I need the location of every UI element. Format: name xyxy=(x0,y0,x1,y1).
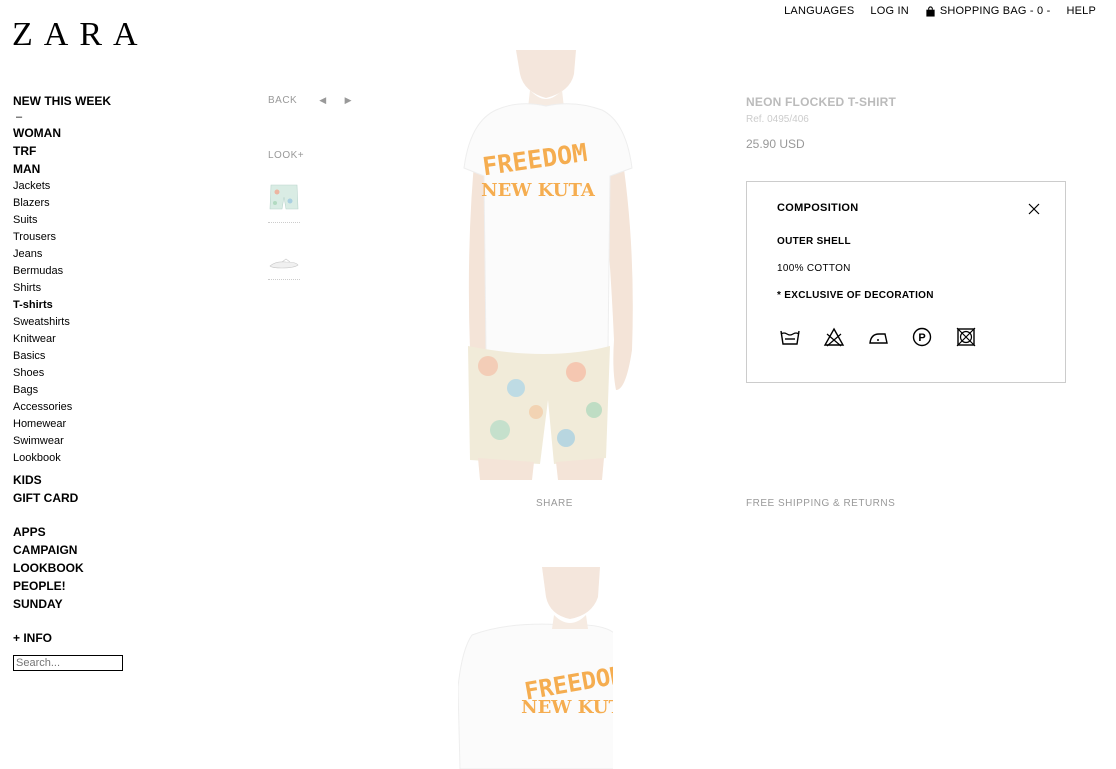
nav-man-trousers[interactable]: Trousers xyxy=(13,229,143,246)
nav-woman[interactable]: WOMAN xyxy=(13,124,143,142)
look-plus-label: LOOK+ xyxy=(268,150,305,161)
nav-man-bermudas[interactable]: Bermudas xyxy=(13,263,143,280)
composition-title: COMPOSITION xyxy=(777,202,859,214)
model-illustration: FREEDOM NEW KUTA xyxy=(463,50,633,480)
nav-campaign[interactable]: CAMPAIGN xyxy=(13,541,143,559)
shirt-graphic-newkuta-2: NEW KUTA xyxy=(521,697,613,718)
top-nav: LANGUAGES LOG IN SHOPPING BAG - 0 - HELP xyxy=(768,5,1096,17)
nav-gift-card[interactable]: GIFT CARD xyxy=(13,489,143,507)
composition-panel: COMPOSITION OUTER SHELL 100% COTTON * EX… xyxy=(746,181,1066,383)
nav-man[interactable]: MAN xyxy=(13,160,143,178)
sidebar: NEW THIS WEEK – WOMAN TRF MAN Jackets Bl… xyxy=(13,92,143,671)
nav-man-basics[interactable]: Basics xyxy=(13,348,143,365)
next-arrow-icon[interactable]: ▶ xyxy=(345,95,352,106)
help-link[interactable]: HELP xyxy=(1066,5,1096,17)
nav-man-lookbook[interactable]: Lookbook xyxy=(13,450,143,467)
nav-man-swimwear[interactable]: Swimwear xyxy=(13,433,143,450)
svg-text:P: P xyxy=(918,332,925,344)
no-tumble-dry-icon xyxy=(956,327,976,347)
search-input[interactable] xyxy=(13,655,123,671)
nav-apps[interactable]: APPS xyxy=(13,523,143,541)
login-link[interactable]: LOG IN xyxy=(870,5,909,17)
nav-man-bags[interactable]: Bags xyxy=(13,382,143,399)
product-price: 25.90 USD xyxy=(746,137,805,151)
back-row: BACK ◀ ▶ xyxy=(268,95,352,106)
exclusive-decoration-label: * EXCLUSIVE OF DECORATION xyxy=(777,290,934,301)
thumbnail-divider xyxy=(268,279,300,280)
nav-new-this-week[interactable]: NEW THIS WEEK xyxy=(13,92,143,110)
nav-info[interactable]: + INFO xyxy=(13,629,143,647)
product-name: NEON FLOCKED T-SHIRT xyxy=(746,95,896,109)
outer-shell-label: OUTER SHELL xyxy=(777,236,851,247)
shorts-thumbnail-image xyxy=(269,184,299,210)
look-thumbnail-shorts[interactable] xyxy=(268,183,300,223)
nav-sunday[interactable]: SUNDAY xyxy=(13,595,143,613)
nav-man-jeans[interactable]: Jeans xyxy=(13,246,143,263)
nav-trf[interactable]: TRF xyxy=(13,142,143,160)
thumbnail-divider xyxy=(268,222,300,223)
nav-man-jackets[interactable]: Jackets xyxy=(13,178,143,195)
nav-lookbook[interactable]: LOOKBOOK xyxy=(13,559,143,577)
iron-low-icon xyxy=(869,333,888,344)
nav-man-accessories[interactable]: Accessories xyxy=(13,399,143,416)
nav-people[interactable]: PEOPLE! xyxy=(13,577,143,595)
free-shipping-link[interactable]: FREE SHIPPING & RETURNS xyxy=(746,498,895,509)
nav-man-shirts[interactable]: Shirts xyxy=(13,280,143,297)
shopping-bag-link[interactable]: SHOPPING BAG - 0 - xyxy=(925,5,1051,17)
share-link[interactable]: SHARE xyxy=(536,498,573,509)
model-illustration-2: FREEDOM NEW KUTA xyxy=(458,567,613,769)
product-ref: Ref. 0495/406 xyxy=(746,114,809,125)
close-icon[interactable] xyxy=(1027,202,1041,216)
care-icons: P xyxy=(779,326,977,348)
dry-clean-p-icon: P xyxy=(912,327,932,347)
nav-man-blazers[interactable]: Blazers xyxy=(13,195,143,212)
shopping-bag-icon xyxy=(926,5,935,17)
nav-man-knitwear[interactable]: Knitwear xyxy=(13,331,143,348)
nav-man-tshirts[interactable]: T-shirts xyxy=(13,297,143,314)
nav-man-homewear[interactable]: Homewear xyxy=(13,416,143,433)
nav-man-sweatshirts[interactable]: Sweatshirts xyxy=(13,314,143,331)
nav-man-shoes[interactable]: Shoes xyxy=(13,365,143,382)
nav-kids[interactable]: KIDS xyxy=(13,471,143,489)
wash-30-icon xyxy=(780,330,800,345)
nav-divider-dash: – xyxy=(16,111,23,123)
languages-link[interactable]: LANGUAGES xyxy=(784,5,854,17)
shirt-graphic-newkuta: NEW KUTA xyxy=(481,180,596,201)
shopping-bag-label: SHOPPING BAG - 0 - xyxy=(939,5,1051,17)
look-thumbnail-flipflop[interactable] xyxy=(268,256,300,280)
product-secondary-image[interactable]: FREEDOM NEW KUTA xyxy=(458,567,613,769)
flipflop-thumbnail-image xyxy=(269,258,299,269)
product-main-image[interactable]: FREEDOM NEW KUTA xyxy=(458,50,638,480)
cotton-label: 100% COTTON xyxy=(777,263,851,274)
no-bleach-icon xyxy=(823,327,845,347)
nav-man-suits[interactable]: Suits xyxy=(13,212,143,229)
back-link[interactable]: BACK xyxy=(268,95,297,106)
prev-arrow-icon[interactable]: ◀ xyxy=(319,95,326,106)
zara-logo[interactable]: ZARA xyxy=(12,18,149,52)
